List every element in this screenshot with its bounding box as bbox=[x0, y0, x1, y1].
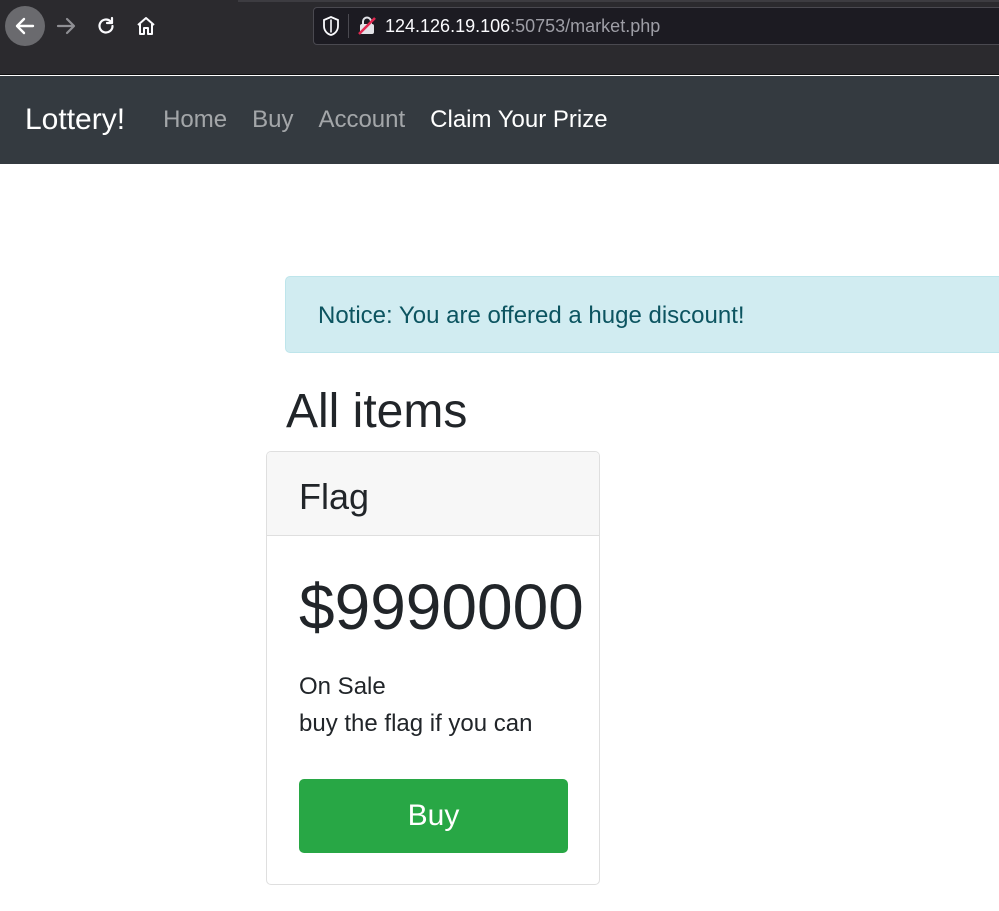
page-title: All items bbox=[286, 385, 468, 438]
home-button[interactable] bbox=[126, 6, 166, 46]
arrow-left-icon bbox=[15, 17, 35, 35]
buy-button[interactable]: Buy bbox=[299, 779, 568, 854]
notice-alert: Notice: You are offered a huge discount! bbox=[285, 276, 999, 353]
nav-account[interactable]: Account bbox=[318, 106, 405, 134]
nav-links: Home Buy Account Claim Your Prize bbox=[163, 106, 633, 134]
item-name: Flag bbox=[267, 452, 599, 536]
brand-logo[interactable]: Lottery! bbox=[25, 103, 125, 137]
notice-text: Notice: You are offered a huge discount! bbox=[318, 302, 745, 329]
url-host: 124.126.19.106 bbox=[385, 15, 511, 36]
address-bar[interactable]: 124.126.19.106:50753/market.php bbox=[313, 7, 999, 45]
item-card: Flag $9990000 On Sale buy the flag if yo… bbox=[266, 451, 600, 885]
item-status: On Sale bbox=[299, 673, 386, 701]
item-details: On Sale buy the flag if you can bbox=[299, 668, 567, 742]
tab-strip-edge bbox=[238, 0, 999, 2]
item-description: buy the flag if you can bbox=[299, 710, 533, 738]
arrow-right-icon bbox=[56, 17, 76, 35]
nav-claim-prize[interactable]: Claim Your Prize bbox=[430, 106, 607, 134]
insecure-lock-icon[interactable] bbox=[349, 16, 385, 36]
reload-icon bbox=[98, 16, 114, 34]
item-card-body: $9990000 On Sale buy the flag if you can… bbox=[267, 571, 599, 854]
reload-button[interactable] bbox=[86, 6, 126, 46]
back-button[interactable] bbox=[5, 6, 45, 46]
shield-icon[interactable] bbox=[314, 16, 348, 36]
url-text[interactable]: 124.126.19.106:50753/market.php bbox=[385, 16, 660, 37]
site-navbar: Lottery! Home Buy Account Claim Your Pri… bbox=[0, 76, 999, 164]
item-price: $9990000 bbox=[299, 571, 584, 643]
browser-toolbar: 124.126.19.106:50753/market.php bbox=[0, 0, 999, 75]
home-icon bbox=[137, 17, 155, 35]
nav-buy[interactable]: Buy bbox=[252, 106, 293, 134]
nav-home[interactable]: Home bbox=[163, 106, 227, 134]
forward-button[interactable] bbox=[46, 6, 86, 46]
url-path: :50753/market.php bbox=[510, 15, 661, 36]
